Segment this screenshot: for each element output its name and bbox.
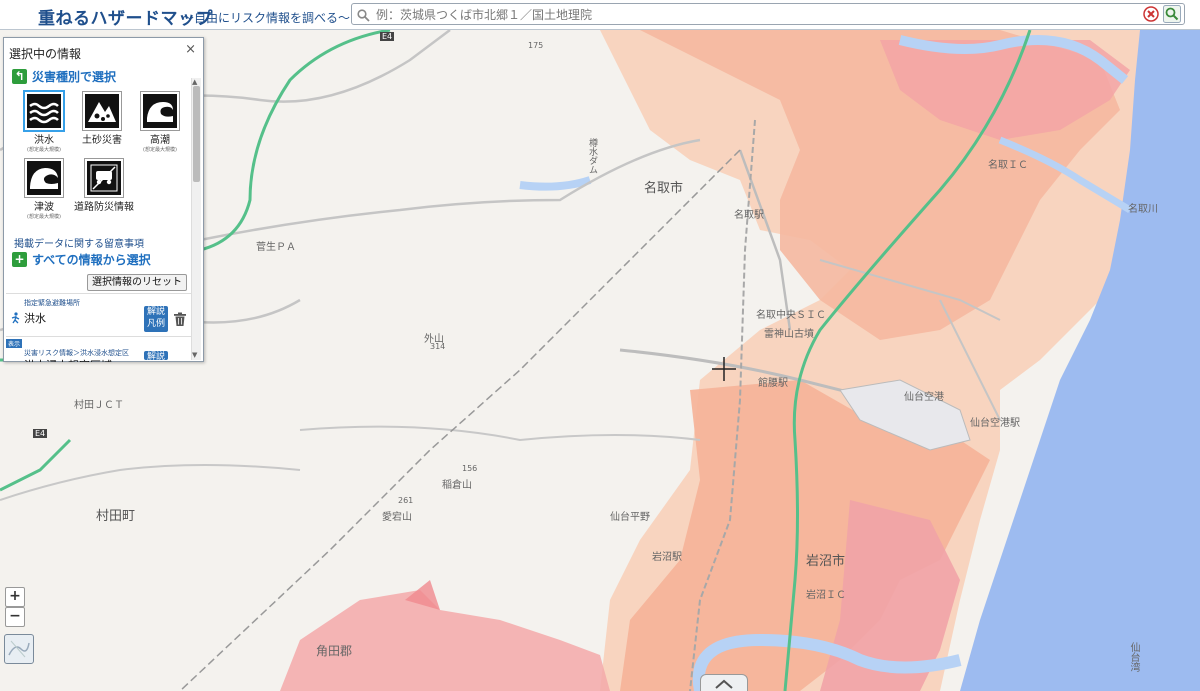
map-label-e4-top: E4: [380, 32, 395, 41]
layer-name: 洪水: [24, 312, 46, 325]
hazard-tsunami-label: 津波: [34, 202, 54, 213]
hazard-road-disaster-button[interactable]: 道路防災情報: [74, 158, 134, 213]
evacuation-person-icon: [11, 309, 21, 328]
tsunami-icon: [24, 158, 64, 198]
search-box[interactable]: [351, 3, 1185, 25]
section-by-hazard-type[interactable]: ↰ 災害種別で選択: [12, 67, 116, 85]
search-button[interactable]: [1163, 5, 1181, 23]
map-label-elevation-261: 261: [398, 496, 414, 505]
chevron-up-icon: [715, 679, 733, 689]
map-label-raijinyama: 雷神山古墳: [764, 329, 814, 340]
map-label-natori-ic: 名取ＩＣ: [988, 160, 1028, 171]
legend-button[interactable]: 解説 凡例: [144, 306, 168, 332]
map-label-inayama: 稲倉山: [442, 480, 472, 491]
zoom-in-button[interactable]: +: [5, 587, 25, 607]
show-tag[interactable]: 表示: [6, 339, 23, 348]
section-all-info-label: すべての情報から選択: [32, 252, 151, 267]
divider: [6, 336, 194, 337]
hazard-flood-label: 洪水: [34, 135, 54, 146]
base-map-switch-button[interactable]: [4, 634, 34, 664]
hazard-storm-surge-button[interactable]: 高潮 (想定最大規模): [134, 91, 186, 153]
header-bar: 重ねるハザードマップ ～自由にリスク情報を調べる～: [0, 0, 1200, 30]
app-subtitle: ～自由にリスク情報を調べる～: [182, 11, 351, 25]
map-label-natorigawa: 名取川: [1128, 204, 1158, 215]
map-label-sendaihira: 仙台平野: [610, 512, 650, 523]
map-label-shiuchi-dam: 樽水ダム: [587, 138, 597, 174]
scrollbar-thumb[interactable]: [193, 86, 200, 182]
panel-title: 選択中の情報: [9, 47, 82, 61]
section-by-hazard-type-label: 災害種別で選択: [32, 69, 117, 84]
layer-name: 洪水浸水想定区域: [24, 357, 112, 362]
map-label-atagoyama: 愛宕山: [382, 512, 412, 523]
hazard-landslide-button[interactable]: 土砂災害: [76, 91, 128, 146]
data-notes-link[interactable]: 掲載データに関する留意事項: [14, 235, 144, 250]
selected-info-panel: 選択中の情報 × ↰ 災害種別で選択 洪水 (想定最大規模) 土砂災害 高潮 (…: [3, 37, 204, 362]
map-label-natori-station: 名取駅: [734, 210, 764, 221]
panel-close-button[interactable]: ×: [185, 42, 196, 57]
map-label-sendai-airport-station: 仙台空港駅: [970, 418, 1020, 429]
landslide-icon: [82, 91, 122, 131]
hazard-tsunami-button[interactable]: 津波 (想定最大規模): [18, 158, 70, 220]
map-label-murata-town: 村田町: [96, 509, 136, 524]
hazard-landslide-label: 土砂災害: [82, 135, 122, 146]
hazard-storm-surge-label: 高潮: [150, 135, 170, 146]
map-thumbnail-icon: [8, 640, 30, 658]
map-label-elevation-156: 156: [462, 464, 478, 473]
hazard-road-disaster-label: 道路防災情報: [74, 202, 134, 213]
search-icon: [357, 7, 370, 26]
hazard-storm-surge-note: (想定最大規模): [143, 147, 177, 153]
map-label-sendai-airport: 仙台空港: [904, 392, 944, 403]
map-label-iwanuma-station: 岩沼駅: [652, 552, 682, 563]
map-label-e4-left: E4: [33, 429, 48, 438]
map-label-natori-chuo-sic: 名取中央ＳＩＣ: [756, 310, 826, 321]
map-label-iwanuma-ic: 岩沼ＩＣ: [806, 590, 846, 601]
hazard-tsunami-note: (想定最大規模): [27, 214, 61, 220]
hazard-flood-note: (想定最大規模): [27, 147, 61, 153]
map-label-murata-jct: 村田ＪＣＴ: [74, 400, 124, 411]
road-disaster-icon: [84, 158, 124, 198]
scroll-up-icon[interactable]: ▲: [192, 78, 197, 86]
map-label-sugo-pa: 菅生ＰＡ: [256, 242, 296, 253]
map-label-kunimi: 角田郡: [316, 644, 353, 658]
scroll-down-icon[interactable]: ▼: [192, 351, 197, 359]
section-all-info[interactable]: + すべての情報から選択: [12, 250, 151, 268]
map-label-sendai-bay: 仙台湾: [1128, 642, 1139, 672]
panel-scrollbar[interactable]: ▲ ▼: [191, 78, 201, 360]
reset-selection-button[interactable]: 選択情報のリセット: [87, 274, 187, 291]
zoom-out-button[interactable]: −: [5, 607, 25, 627]
clear-search-button[interactable]: [1143, 6, 1159, 22]
plus-icon: +: [12, 251, 27, 267]
select-arrow-icon: ↰: [12, 68, 27, 84]
map-label-sotoyama-elevation: 314: [430, 342, 446, 351]
map-label-iwanuma-city: 岩沼市: [806, 554, 846, 569]
map-label-tatekoshi-station: 館腰駅: [758, 378, 788, 389]
hazard-flood-button[interactable]: 洪水 (想定最大規模): [18, 90, 70, 153]
trash-icon[interactable]: [173, 312, 187, 331]
storm-surge-icon: [140, 91, 180, 131]
divider: [6, 293, 194, 294]
map-label-elevation-175: 175: [528, 41, 544, 50]
bottom-panel-toggle[interactable]: [700, 674, 748, 691]
map-label-natori-city: 名取市: [644, 181, 684, 196]
legend-button[interactable]: 解説: [144, 351, 168, 360]
flood-icon: [23, 90, 65, 132]
layer-category: 指定緊急避難場所: [24, 299, 80, 307]
search-input[interactable]: [374, 5, 1138, 25]
